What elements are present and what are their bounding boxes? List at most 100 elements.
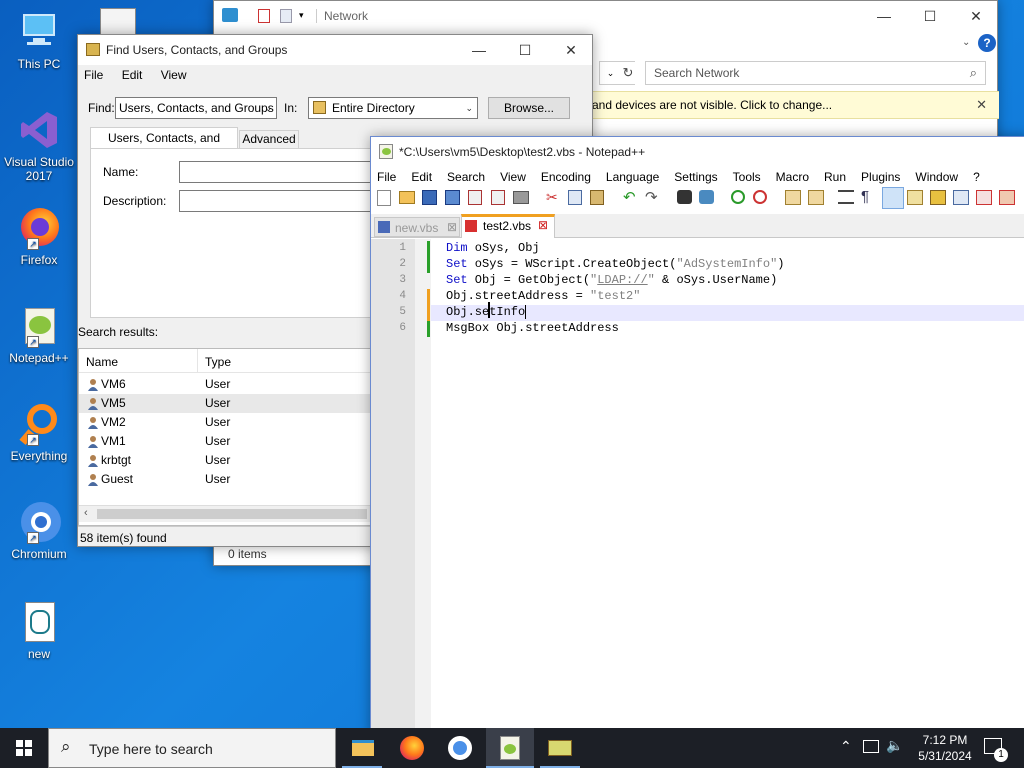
volume-muted-icon[interactable]: 🔈 — [886, 737, 903, 754]
taskbar-chromium[interactable] — [436, 728, 484, 768]
replace-icon[interactable] — [699, 190, 714, 204]
function-list-icon[interactable] — [953, 190, 969, 205]
show-hidden-icons-icon[interactable]: ⌃ — [840, 738, 852, 755]
save-all-icon[interactable] — [445, 190, 460, 205]
result-row[interactable]: VM2 User — [79, 413, 371, 432]
refresh-icon[interactable]: ↻ — [621, 61, 635, 85]
result-row[interactable]: Guest User — [79, 470, 371, 489]
ribbon-expand-icon[interactable]: ⌄ — [962, 37, 970, 48]
horizontal-scrollbar[interactable]: ‹ — [79, 505, 371, 522]
taskbar-file-explorer[interactable] — [338, 728, 386, 768]
find-type-select[interactable]: Users, Contacts, and Groups ⌄ — [115, 97, 277, 119]
column-name[interactable]: Name — [86, 355, 118, 369]
indent-guide-icon[interactable] — [882, 187, 904, 209]
np-menu-view[interactable]: View — [500, 170, 526, 184]
np-menu-plugins[interactable]: Plugins — [861, 170, 900, 184]
network-status: 0 items — [228, 547, 267, 561]
user-defined-lang-icon[interactable] — [907, 190, 923, 205]
desktop-icon-notepadpp[interactable]: ↗ Notepad++ — [2, 304, 76, 365]
zoom-out-icon[interactable] — [753, 190, 767, 204]
find-menu-view[interactable]: View — [161, 68, 187, 82]
show-all-chars-icon[interactable]: ¶ — [861, 188, 869, 205]
taskbar-firefox[interactable] — [388, 728, 436, 768]
np-menu-help[interactable]: ? — [973, 170, 980, 184]
network-minimize-button[interactable]: — — [861, 1, 907, 31]
sync-vertical-icon[interactable] — [785, 190, 801, 205]
cut-icon[interactable]: ✂ — [546, 189, 558, 206]
new-file-icon[interactable] — [377, 190, 391, 206]
np-menu-tools[interactable]: Tools — [733, 170, 761, 184]
open-file-icon[interactable] — [399, 191, 415, 204]
tab-users-contacts-groups[interactable]: Users, Contacts, and Groups — [90, 127, 238, 165]
network-status-icon[interactable] — [863, 740, 879, 753]
result-row[interactable]: krbtgt User — [79, 451, 371, 470]
desktop-icon-new[interactable]: new — [2, 600, 76, 661]
find-minimize-button[interactable]: — — [456, 35, 502, 65]
np-menu-search[interactable]: Search — [447, 170, 485, 184]
result-row[interactable]: VM6 User — [79, 375, 371, 394]
copy-icon[interactable] — [568, 190, 582, 205]
taskbar-notepadpp[interactable] — [486, 728, 534, 768]
close-file-icon[interactable] — [468, 190, 482, 205]
find-menu-file[interactable]: File — [84, 68, 103, 82]
properties-icon[interactable] — [258, 9, 270, 23]
np-menu-edit[interactable]: Edit — [411, 170, 432, 184]
desktop-icon-visual-studio[interactable]: Visual Studio 2017 — [2, 108, 76, 183]
code-link[interactable]: LDAP:// — [597, 273, 647, 287]
start-button[interactable] — [0, 728, 48, 768]
zoom-in-icon[interactable] — [731, 190, 745, 204]
script-file-icon — [17, 600, 61, 644]
print-icon[interactable] — [513, 191, 529, 204]
tab-test2-vbs[interactable]: test2.vbs ⊠ — [461, 214, 555, 238]
np-menu-macro[interactable]: Macro — [776, 170, 809, 184]
desktop-icon-this-pc[interactable]: This PC — [2, 10, 76, 71]
folder-workspace-icon[interactable] — [976, 190, 992, 205]
np-menu-encoding[interactable]: Encoding — [541, 170, 591, 184]
desktop-icon-chromium[interactable]: ↗ Chromium — [2, 500, 76, 561]
sync-horizontal-icon[interactable] — [808, 190, 824, 205]
np-menu-window[interactable]: Window — [915, 170, 958, 184]
browse-button[interactable]: Browse... — [488, 97, 570, 119]
saved-file-icon — [378, 221, 390, 233]
desktop-icon-label: new — [27, 647, 50, 661]
customize-toolbar-icon[interactable]: ▾ — [299, 10, 304, 21]
tab-close-icon[interactable]: ⊠ — [538, 218, 548, 232]
desktop-icon-everything[interactable]: ↗ Everything — [2, 402, 76, 463]
clock[interactable]: 7:12 PM 5/31/2024 — [910, 732, 980, 764]
result-row-selected[interactable]: VM5 User — [79, 394, 371, 413]
doc-map-icon[interactable] — [930, 190, 946, 205]
paste-icon[interactable] — [590, 190, 604, 205]
find-icon[interactable] — [677, 190, 692, 204]
info-bar-close-icon[interactable]: ✕ — [976, 97, 987, 113]
redo-icon[interactable]: ↷ — [645, 188, 658, 206]
np-menu-settings[interactable]: Settings — [674, 170, 717, 184]
network-search-input[interactable]: Search Network ⌕ — [645, 61, 986, 85]
tab-close-icon[interactable]: ⊠ — [447, 220, 457, 234]
close-all-icon[interactable] — [491, 190, 505, 205]
column-type[interactable]: Type — [205, 355, 231, 369]
np-menu-file[interactable]: File — [377, 170, 396, 184]
find-close-button[interactable]: ✕ — [548, 35, 594, 65]
find-maximize-button[interactable]: ☐ — [502, 35, 548, 65]
save-icon[interactable] — [422, 190, 437, 205]
find-menu-edit[interactable]: Edit — [122, 68, 143, 82]
taskbar-search-box[interactable]: ⌕ Type here to search — [48, 728, 336, 768]
network-close-button[interactable]: ✕ — [953, 1, 999, 31]
help-icon[interactable]: ? — [978, 34, 996, 52]
taskbar-find-users[interactable] — [536, 728, 584, 768]
np-menu-run[interactable]: Run — [824, 170, 846, 184]
new-folder-icon[interactable] — [280, 9, 292, 23]
np-menu-language[interactable]: Language — [606, 170, 659, 184]
desktop-icon-firefox[interactable]: ↗ Firefox — [2, 206, 76, 267]
record-macro-icon[interactable] — [999, 190, 1015, 205]
tab-advanced[interactable]: Advanced — [239, 130, 299, 149]
in-scope-select[interactable]: Entire Directory ⌄ — [308, 97, 478, 119]
result-row[interactable]: VM1 User — [79, 432, 371, 451]
word-wrap-icon[interactable] — [838, 190, 854, 204]
address-dropdown-icon[interactable]: ⌄ — [599, 61, 621, 85]
tab-new-vbs[interactable]: new.vbs ⊠ — [374, 217, 460, 237]
network-maximize-button[interactable]: ☐ — [907, 1, 953, 31]
undo-icon[interactable]: ↶ — [623, 188, 636, 206]
scroll-left-icon[interactable]: ‹ — [84, 507, 88, 519]
scrollbar-thumb[interactable] — [97, 509, 367, 519]
